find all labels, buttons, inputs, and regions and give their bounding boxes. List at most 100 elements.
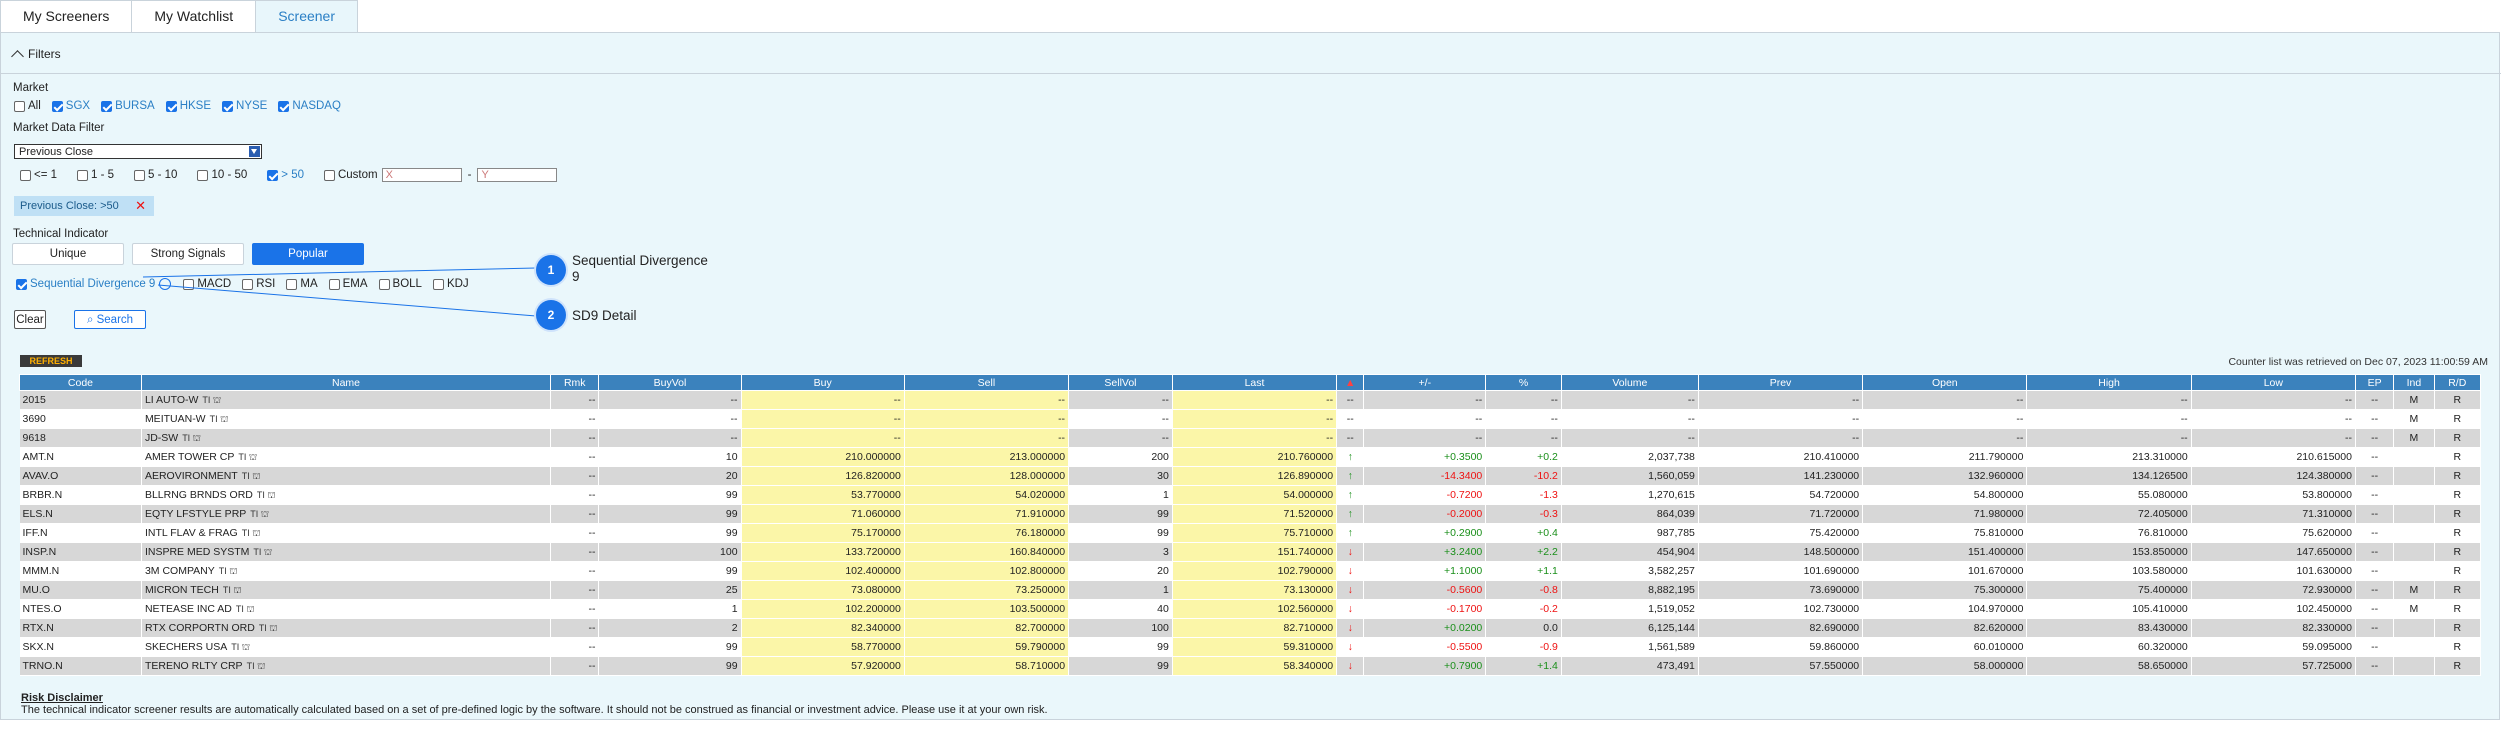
chart-icon[interactable]: TI ⛫ <box>257 490 276 502</box>
cell-sellvol: -- <box>1068 390 1173 410</box>
cell-last: 59.310000 <box>1172 637 1338 657</box>
risk-disclaimer-title[interactable]: Risk Disclaimer <box>21 692 1048 704</box>
chart-icon[interactable]: TI ⛫ <box>259 623 278 635</box>
tab-my-watchlist[interactable]: My Watchlist <box>131 0 257 32</box>
clear-button[interactable]: Clear <box>14 310 46 329</box>
column-header[interactable]: Buy <box>740 374 905 391</box>
column-header[interactable]: EP <box>2354 374 2395 391</box>
gear-icon[interactable] <box>159 278 172 290</box>
chart-icon[interactable]: TI ⛫ <box>210 414 229 426</box>
table-row[interactable]: AVAV.O AEROVIRONMENT TI ⛫ -- 20 126.820000 128… <box>19 466 2482 486</box>
chart-icon[interactable]: TI ⛫ <box>242 528 261 540</box>
table-row[interactable]: INSP.N INSPRE MED SYSTM TI ⛫ -- 100 133.72000… <box>19 542 2482 562</box>
tab-my-screeners[interactable]: My Screeners <box>0 0 133 32</box>
filters-toggle[interactable]: Filters <box>11 47 61 63</box>
chart-icon[interactable]: TI ⛫ <box>202 395 221 407</box>
indicator-sd9-checkbox[interactable]: Sequential Divergence 9 <box>16 278 155 290</box>
table-row[interactable]: BRBR.N BLLRNG BRNDS ORD TI ⛫ -- 99 53.770000 5… <box>19 485 2482 505</box>
dropdown-arrow-icon <box>249 146 260 157</box>
cell-rd: R <box>2434 618 2482 638</box>
cell-pct: -0.2 <box>1485 599 1562 619</box>
cell-last: 75.710000 <box>1172 523 1338 543</box>
chart-icon[interactable]: TI ⛫ <box>242 471 261 483</box>
indicator-ma-checkbox[interactable]: MA <box>286 278 318 290</box>
column-header[interactable]: % <box>1485 374 1562 391</box>
range-custom-checkbox[interactable]: Custom <box>323 169 378 181</box>
chart-icon[interactable]: TI ⛫ <box>236 604 255 616</box>
column-header[interactable]: BuyVol <box>598 374 742 391</box>
cell-high: -- <box>2026 409 2192 429</box>
column-header[interactable]: Low <box>2190 374 2356 391</box>
table-row[interactable]: ELS.N EQTY LFSTYLE PRP TI ⛫ -- 99 71.060000 71… <box>19 504 2482 524</box>
tab-screener[interactable]: Screener <box>255 0 358 33</box>
column-header[interactable]: High <box>2026 374 2192 391</box>
table-row[interactable]: SKX.N SKECHERS USA TI ⛫ -- 99 58.770000 59.790… <box>19 637 2482 657</box>
cell-pct: -1.3 <box>1485 485 1562 505</box>
cell-dir: -- <box>1336 428 1365 448</box>
table-row[interactable]: RTX.N RTX CORPORTN ORD TI ⛫ -- 2 82.340000 82.… <box>19 618 2482 638</box>
indicator-rsi-checkbox[interactable]: RSI <box>242 278 275 290</box>
range-gt50-checkbox[interactable]: > 50 <box>267 169 304 181</box>
table-row[interactable]: AMT.N AMER TOWER CP TI ⛫ -- 10 210.000000 213.… <box>19 447 2482 467</box>
chart-icon[interactable]: TI ⛫ <box>223 585 242 597</box>
column-header[interactable]: +/- <box>1363 374 1487 391</box>
cell-sell: 160.840000 <box>904 542 1070 562</box>
column-header[interactable]: Ind <box>2393 374 2435 391</box>
chart-icon[interactable]: TI ⛫ <box>253 547 272 559</box>
search-button[interactable]: ⌕ Search <box>74 310 146 329</box>
column-header[interactable]: Open <box>1862 374 2028 391</box>
column-header[interactable]: Rmk <box>550 374 600 391</box>
table-row[interactable]: 9618 JD-SW TI ⛫ -- -- -- -- -- -- -- -- -- -- -- -- -- -… <box>19 428 2482 448</box>
tab-unique[interactable]: Unique <box>12 243 124 265</box>
table-row[interactable]: NTES.O NETEASE INC AD TI ⛫ -- 1 102.200000 103… <box>19 599 2482 619</box>
table-row[interactable]: IFF.N INTL FLAV & FRAG TI ⛫ -- 99 75.170000 76… <box>19 523 2482 543</box>
market-nasdaq-checkbox[interactable]: NASDAQ <box>278 100 341 112</box>
column-header[interactable]: Prev <box>1697 374 1864 391</box>
close-icon[interactable]: ✕ <box>135 196 146 216</box>
column-header[interactable]: Code <box>19 374 142 391</box>
cell-sell: 59.790000 <box>904 637 1070 657</box>
cell-dir <box>1336 485 1365 505</box>
market-all-checkbox[interactable]: All <box>14 100 41 112</box>
column-header[interactable]: Last <box>1171 374 1338 391</box>
table-row[interactable]: TRNO.N TERENO RLTY CRP TI ⛫ -- 99 57.920000 58… <box>19 656 2482 676</box>
cell-vol: 1,561,589 <box>1561 637 1699 657</box>
chart-icon[interactable]: TI ⛫ <box>231 642 250 654</box>
range-1-5-checkbox[interactable]: 1 - 5 <box>77 169 114 181</box>
table-row[interactable]: MU.O MICRON TECH TI ⛫ -- 25 73.080000 73.25000… <box>19 580 2482 600</box>
custom-x-input[interactable]: X <box>381 168 462 182</box>
chart-icon[interactable]: TI ⛫ <box>182 433 201 445</box>
cell-ind: M <box>2393 428 2435 448</box>
market-bursa-checkbox[interactable]: BURSA <box>101 100 155 112</box>
chart-icon[interactable]: TI ⛫ <box>219 566 238 578</box>
column-header[interactable]: ▲ <box>1336 374 1365 391</box>
chart-icon[interactable]: TI ⛫ <box>238 452 257 464</box>
table-row[interactable]: 2015 LI AUTO-W TI ⛫ -- -- -- -- -- -- -- -- -- -- -- -… <box>19 390 2482 410</box>
column-header[interactable]: R/D <box>2433 374 2482 391</box>
range-5-10-checkbox[interactable]: 5 - 10 <box>134 169 177 181</box>
indicator-macd-checkbox[interactable]: MACD <box>183 278 231 290</box>
custom-y-input[interactable]: Y <box>477 168 558 182</box>
cell-code: RTX.N <box>19 618 142 638</box>
indicator-kdj-checkbox[interactable]: KDJ <box>432 278 469 290</box>
market-data-filter-select[interactable]: Previous Close <box>14 144 262 159</box>
table-row[interactable]: 3690 MEITUAN-W TI ⛫ -- -- -- -- -- -- -- -- -- -- -- -… <box>19 409 2482 429</box>
table-row[interactable]: MMM.N 3M COMPANY TI ⛫ -- 99 102.400000 102.800… <box>19 561 2482 581</box>
indicator-boll-checkbox[interactable]: BOLL <box>378 278 422 290</box>
range-10-50-checkbox[interactable]: 10 - 50 <box>197 169 247 181</box>
indicator-ema-checkbox[interactable]: EMA <box>328 278 368 290</box>
column-header[interactable]: Name <box>140 374 552 391</box>
column-header[interactable]: SellVol <box>1068 374 1173 391</box>
tab-strong-signals[interactable]: Strong Signals <box>132 243 244 265</box>
market-nyse-checkbox[interactable]: NYSE <box>222 100 267 112</box>
market-hkse-checkbox[interactable]: HKSE <box>165 100 211 112</box>
chart-icon[interactable]: TI ⛫ <box>250 509 269 521</box>
tab-popular[interactable]: Popular <box>252 243 364 265</box>
refresh-button[interactable]: REFRESH <box>20 355 82 367</box>
market-sgx-checkbox[interactable]: SGX <box>51 100 90 112</box>
chart-icon[interactable]: TI ⛫ <box>247 661 266 673</box>
search-icon: ⌕ <box>86 314 94 326</box>
column-header[interactable]: Volume <box>1560 374 1699 391</box>
range-le1-checkbox[interactable]: <= 1 <box>20 169 57 181</box>
column-header[interactable]: Sell <box>903 374 1070 391</box>
